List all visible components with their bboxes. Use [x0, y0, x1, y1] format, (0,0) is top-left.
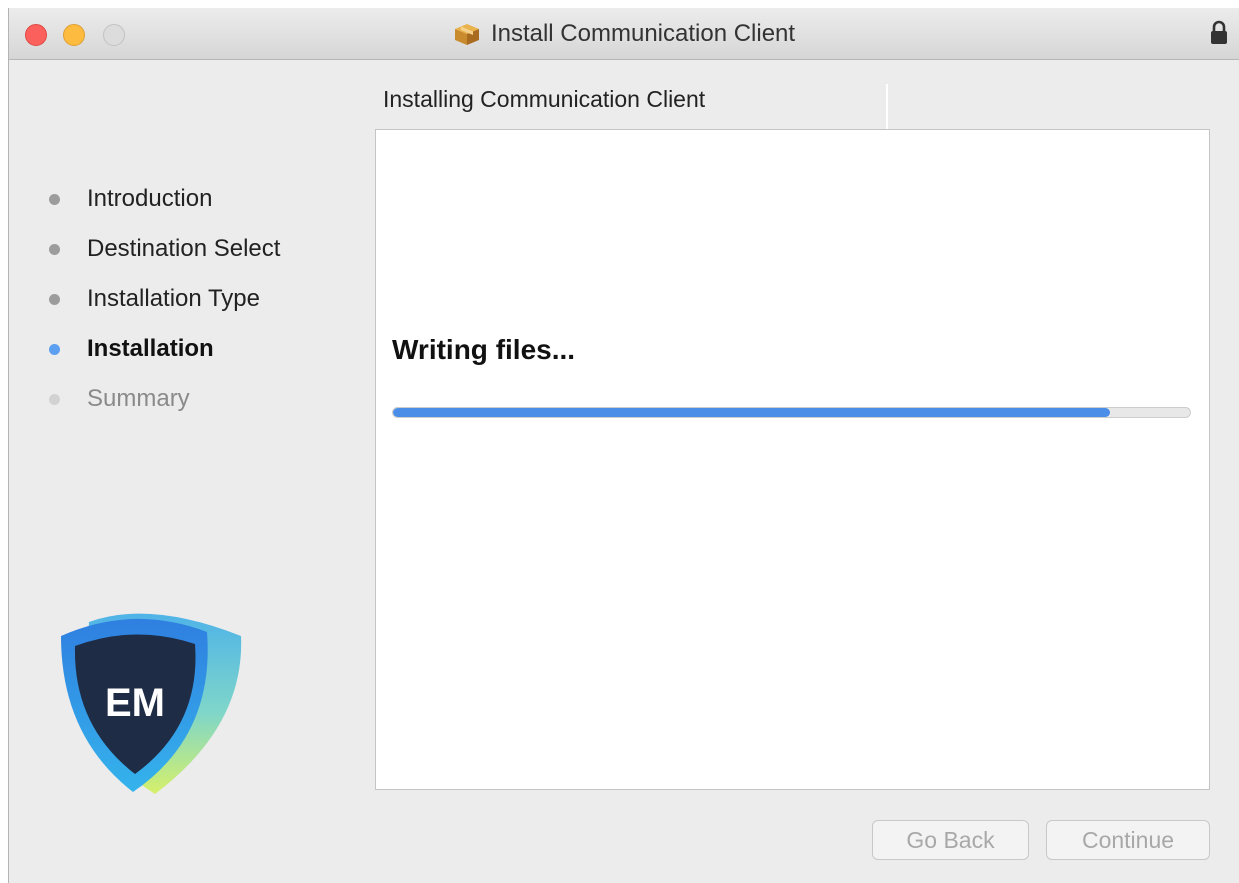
step-dot-icon — [49, 393, 60, 405]
window-title: Install Communication Client — [490, 20, 796, 47]
step-list: Introduction Destination Select Installa… — [49, 174, 280, 424]
continue-button[interactable]: Continue — [1046, 820, 1210, 860]
title-bar[interactable]: Install Communication Client — [9, 8, 1239, 60]
step-dot-icon — [49, 293, 60, 305]
em-shield-logo: EM — [61, 613, 242, 794]
logo-text: EM — [105, 681, 165, 725]
pane-title: Installing Communication Client — [383, 86, 706, 112]
content-panel: Writing files... — [375, 129, 1210, 790]
step-label: Summary — [87, 385, 190, 412]
step-label: Destination Select — [87, 235, 281, 262]
window-title-group: Install Communication Client — [9, 8, 1239, 60]
step-label: Installation Type — [87, 285, 261, 312]
step-dot-icon — [49, 343, 60, 355]
step-dot-icon — [49, 193, 60, 205]
status-text: Writing files... — [392, 334, 576, 365]
step-summary: Summary — [49, 374, 280, 424]
go-back-button[interactable]: Go Back — [872, 820, 1029, 860]
installer-window: Install Communication Client Installing … — [8, 8, 1239, 883]
step-installation-type: Installation Type — [49, 274, 280, 324]
step-label: Installation — [87, 335, 214, 362]
lock-icon[interactable] — [1209, 20, 1229, 46]
step-dot-icon — [49, 243, 60, 255]
step-label: Introduction — [87, 185, 213, 212]
step-destination-select: Destination Select — [49, 224, 280, 274]
package-icon — [454, 24, 479, 45]
progress-bar — [392, 407, 1191, 418]
step-introduction: Introduction — [49, 174, 280, 224]
progress-fill — [393, 408, 1111, 417]
step-installation: Installation — [49, 324, 280, 374]
